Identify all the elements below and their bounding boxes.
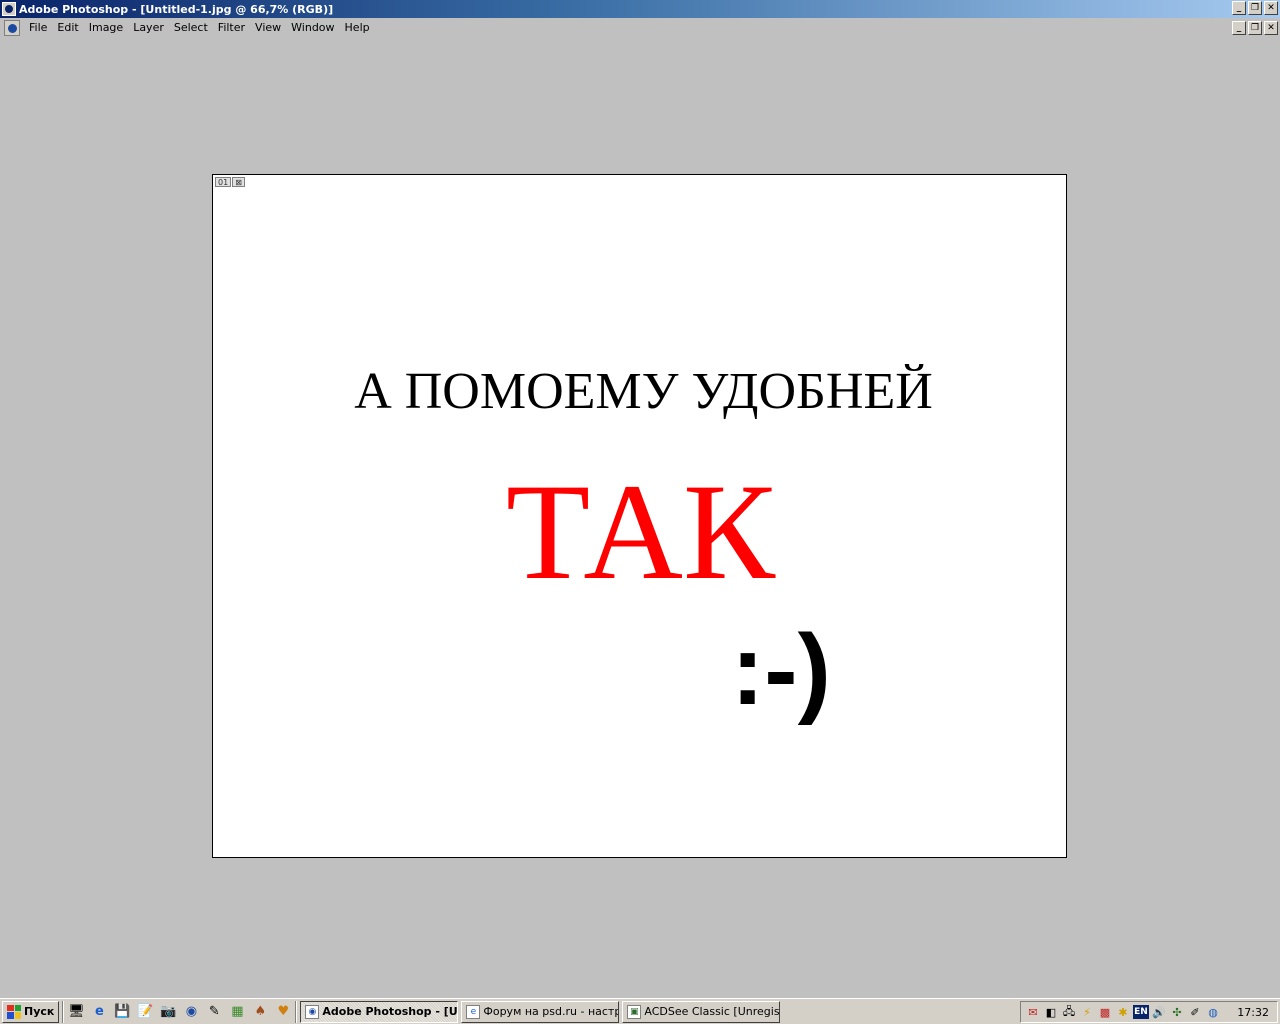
window-title: Adobe Photoshop - [Untitled-1.jpg @ 66,7…	[19, 2, 334, 16]
ie-icon[interactable]: e	[90, 1003, 108, 1021]
antivirus-tray-icon[interactable]: ✱	[1115, 1004, 1131, 1020]
menu-file[interactable]: File	[24, 18, 52, 38]
task-forum-browser[interactable]: e Форум на psd.ru - настр...	[461, 1000, 620, 1023]
task-photoshop[interactable]: ◉ Adobe Photoshop - [U...	[300, 1000, 459, 1023]
pin-icon[interactable]: ♠	[251, 1003, 269, 1021]
menu-select[interactable]: Select	[169, 18, 213, 38]
window-controls: _ ❐ ✕	[1232, 1, 1278, 15]
ie-task-icon: e	[466, 1004, 481, 1019]
status-tray-icon[interactable]: ✣	[1169, 1004, 1185, 1020]
task-acdsee[interactable]: ▣ ACDSee Classic [Unregist...	[622, 1000, 781, 1023]
start-button[interactable]: Пуск	[2, 1000, 60, 1023]
task-label: Форум на psd.ru - настр...	[483, 1005, 620, 1018]
pencil-icon[interactable]: ✎	[205, 1003, 223, 1021]
security-tray-icon[interactable]: ▩	[1097, 1004, 1113, 1020]
layer-mask-icon: ⊠	[232, 177, 245, 187]
unknown-tray-icon[interactable]: ◧	[1043, 1004, 1059, 1020]
start-label: Пуск	[24, 1005, 55, 1018]
mail-tray-icon[interactable]: ✉	[1025, 1004, 1041, 1020]
canvas-smiley-text: :-)	[731, 614, 831, 726]
taskbar-separator	[295, 1000, 298, 1023]
canvas-corner-tags: 01 ⊠	[215, 177, 245, 187]
minimize-button[interactable]: _	[1232, 1, 1246, 15]
system-tray: ✉ ◧ 🖧 ⚡ ▩ ✱ EN 🔊 ✣ ✐ ◍ 17:32	[1020, 1001, 1278, 1023]
canvas-text-line-2: ТАК	[505, 455, 776, 608]
restore-button[interactable]: ❐	[1248, 1, 1262, 15]
menu-view[interactable]: View	[250, 18, 286, 38]
document-window-controls: _ ❐ ✕	[1232, 21, 1278, 35]
language-indicator[interactable]: EN	[1133, 1005, 1149, 1019]
network-tray-icon[interactable]: 🖧	[1061, 1004, 1077, 1020]
globe-tray-icon[interactable]: ◍	[1205, 1004, 1221, 1020]
doc-close-button[interactable]: ✕	[1264, 21, 1278, 35]
camera-icon[interactable]: 📷	[159, 1003, 177, 1021]
winamp-icon[interactable]: ♥	[274, 1003, 292, 1021]
layer-number-tag: 01	[215, 177, 232, 187]
document-control-icon[interactable]	[4, 20, 20, 36]
task-label: Adobe Photoshop - [U...	[322, 1005, 459, 1018]
canvas-text-line-1: А ПОМОЕМУ УДОБНЕЙ	[354, 363, 933, 420]
menu-filter[interactable]: Filter	[213, 18, 250, 38]
menu-edit[interactable]: Edit	[52, 18, 83, 38]
acdsee-task-icon: ▣	[627, 1004, 642, 1019]
menu-layer[interactable]: Layer	[128, 18, 169, 38]
menu-help[interactable]: Help	[340, 18, 375, 38]
menu-image[interactable]: Image	[84, 18, 128, 38]
window-title-bar[interactable]: Adobe Photoshop - [Untitled-1.jpg @ 66,7…	[0, 0, 1280, 18]
windows-logo-icon	[7, 1004, 21, 1019]
doc-minimize-button[interactable]: _	[1232, 21, 1246, 35]
task-label: ACDSee Classic [Unregist...	[644, 1005, 781, 1018]
document-canvas[interactable]: 01 ⊠ А ПОМОЕМУ УДОБНЕЙ ТАК :-)	[212, 174, 1067, 858]
close-button[interactable]: ✕	[1264, 1, 1278, 15]
clock[interactable]: 17:32	[1237, 1006, 1269, 1019]
photoshop-task-icon: ◉	[305, 1004, 320, 1019]
menu-bar: File Edit Image Layer Select Filter View…	[0, 18, 1280, 38]
save-icon[interactable]: 💾	[113, 1003, 131, 1021]
power-tray-icon[interactable]: ⚡	[1079, 1004, 1095, 1020]
doc-restore-button[interactable]: ❐	[1248, 21, 1262, 35]
paint-icon[interactable]: ▦	[228, 1003, 246, 1021]
menu-window[interactable]: Window	[286, 18, 339, 38]
photoshop-icon[interactable]: ◉	[182, 1003, 200, 1021]
taskbar-separator	[62, 1000, 65, 1023]
volume-tray-icon[interactable]: 🔊	[1151, 1004, 1167, 1020]
notepad-icon[interactable]: 📝	[136, 1003, 154, 1021]
tool-tray-icon[interactable]: ✐	[1187, 1004, 1203, 1020]
taskbar: Пуск 🖥 e 💾 📝 📷 ◉ ✎ ▦ ♠ ♥ ◉ Adobe Photosh…	[0, 998, 1280, 1024]
quick-launch-bar: 🖥 e 💾 📝 📷 ◉ ✎ ▦ ♠ ♥	[67, 1003, 292, 1021]
show-desktop-icon[interactable]: 🖥	[67, 1003, 85, 1021]
photoshop-app-icon[interactable]	[2, 2, 16, 16]
